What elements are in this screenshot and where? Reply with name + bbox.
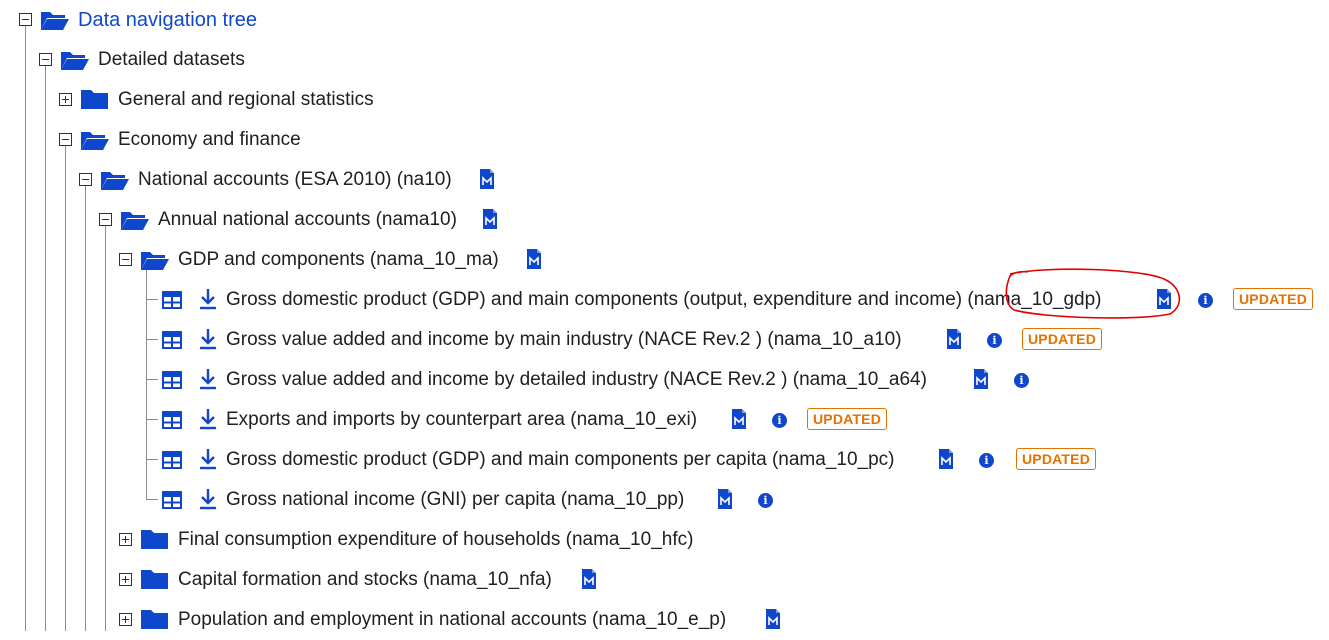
expand-toggle[interactable] bbox=[119, 573, 132, 586]
tree-node-root: Data navigation tree bbox=[0, 0, 1329, 40]
metadata-icon[interactable] bbox=[1157, 289, 1171, 309]
dataset-label[interactable]: Exports and imports by counterpart area … bbox=[226, 409, 697, 431]
metadata-icon[interactable] bbox=[732, 409, 746, 429]
download-icon[interactable] bbox=[198, 328, 218, 350]
table-icon[interactable] bbox=[162, 331, 182, 349]
tree-node-general-statistics: General and regional statistics bbox=[0, 80, 1329, 120]
collapse-toggle[interactable] bbox=[19, 13, 32, 26]
table-icon[interactable] bbox=[162, 451, 182, 469]
dataset-label[interactable]: Gross domestic product (GDP) and main co… bbox=[226, 289, 1102, 311]
tree-label-root[interactable]: Data navigation tree bbox=[78, 9, 257, 31]
tree-label-nama-10-e-p[interactable]: Population and employment in national ac… bbox=[178, 609, 726, 631]
dataset-row-nama-10-pc: Gross domestic product (GDP) and main co… bbox=[0, 440, 1329, 480]
metadata-icon[interactable] bbox=[974, 369, 988, 389]
tree-node-nama10: Annual national accounts (nama10) bbox=[0, 200, 1329, 240]
tree-label-nama10[interactable]: Annual national accounts (nama10) bbox=[158, 209, 457, 231]
tree-label-na10[interactable]: National accounts (ESA 2010) (na10) bbox=[138, 169, 452, 191]
tree-label-nama-10-hfc[interactable]: Final consumption expenditure of househo… bbox=[178, 529, 693, 551]
expand-toggle[interactable] bbox=[119, 613, 132, 626]
folder-open-icon[interactable] bbox=[140, 249, 170, 271]
table-icon[interactable] bbox=[162, 291, 182, 309]
download-icon[interactable] bbox=[198, 488, 218, 510]
tree-node-economy-finance: Economy and finance bbox=[0, 120, 1329, 160]
folder-open-icon[interactable] bbox=[40, 9, 70, 31]
info-icon[interactable]: i bbox=[1014, 373, 1029, 388]
dataset-row-nama-10-exi: Exports and imports by counterpart area … bbox=[0, 400, 1329, 440]
collapse-toggle[interactable] bbox=[119, 253, 132, 266]
folder-open-icon[interactable] bbox=[100, 169, 130, 191]
metadata-icon[interactable] bbox=[947, 329, 961, 349]
tree-label-general-statistics[interactable]: General and regional statistics bbox=[118, 89, 374, 111]
info-icon[interactable]: i bbox=[987, 333, 1002, 348]
tree-label-detailed-datasets[interactable]: Detailed datasets bbox=[98, 49, 245, 71]
tree-label-economy-finance[interactable]: Economy and finance bbox=[118, 129, 301, 151]
collapse-toggle[interactable] bbox=[39, 53, 52, 66]
tree-node-detailed-datasets: Detailed datasets bbox=[0, 40, 1329, 80]
folder-icon[interactable] bbox=[80, 88, 110, 110]
tree-label-nama-10-nfa[interactable]: Capital formation and stocks (nama_10_nf… bbox=[178, 569, 552, 591]
metadata-icon[interactable] bbox=[483, 209, 497, 229]
tree-node-nama-10-e-p: Population and employment in national ac… bbox=[0, 600, 1329, 640]
table-icon[interactable] bbox=[162, 411, 182, 429]
dataset-row-nama-10-gdp: Gross domestic product (GDP) and main co… bbox=[0, 280, 1329, 320]
download-icon[interactable] bbox=[198, 408, 218, 430]
metadata-icon[interactable] bbox=[582, 569, 596, 589]
info-icon[interactable]: i bbox=[758, 493, 773, 508]
info-icon[interactable]: i bbox=[1198, 293, 1213, 308]
updated-badge: UPDATED bbox=[1233, 288, 1314, 310]
collapse-toggle[interactable] bbox=[59, 133, 72, 146]
metadata-icon[interactable] bbox=[527, 249, 541, 269]
tree-label-gdp-components[interactable]: GDP and components (nama_10_ma) bbox=[178, 249, 499, 271]
folder-open-icon[interactable] bbox=[120, 209, 150, 231]
folder-icon[interactable] bbox=[140, 568, 170, 590]
info-icon[interactable]: i bbox=[979, 453, 994, 468]
dataset-row-nama-10-a10: Gross value added and income by main ind… bbox=[0, 320, 1329, 360]
expand-toggle[interactable] bbox=[59, 93, 72, 106]
updated-badge: UPDATED bbox=[807, 408, 888, 430]
metadata-icon[interactable] bbox=[718, 489, 732, 509]
info-icon[interactable]: i bbox=[772, 413, 787, 428]
tree-node-nama-10-nfa: Capital formation and stocks (nama_10_nf… bbox=[0, 560, 1329, 600]
metadata-icon[interactable] bbox=[939, 449, 953, 469]
expand-toggle[interactable] bbox=[119, 533, 132, 546]
table-icon[interactable] bbox=[162, 371, 182, 389]
updated-badge: UPDATED bbox=[1022, 328, 1103, 350]
tree-node-na10: National accounts (ESA 2010) (na10) bbox=[0, 160, 1329, 200]
dataset-row-nama-10-pp: Gross national income (GNI) per capita (… bbox=[0, 480, 1329, 520]
folder-icon[interactable] bbox=[140, 608, 170, 630]
updated-badge: UPDATED bbox=[1016, 448, 1097, 470]
dataset-row-nama-10-a64: Gross value added and income by detailed… bbox=[0, 360, 1329, 400]
folder-open-icon[interactable] bbox=[60, 49, 90, 71]
tree-node-gdp-components: GDP and components (nama_10_ma) bbox=[0, 240, 1329, 280]
dataset-label[interactable]: Gross value added and income by detailed… bbox=[226, 369, 927, 391]
folder-open-icon[interactable] bbox=[80, 129, 110, 151]
collapse-toggle[interactable] bbox=[99, 213, 112, 226]
collapse-toggle[interactable] bbox=[79, 173, 92, 186]
table-icon[interactable] bbox=[162, 491, 182, 509]
dataset-label[interactable]: Gross value added and income by main ind… bbox=[226, 329, 902, 351]
dataset-label[interactable]: Gross domestic product (GDP) and main co… bbox=[226, 449, 894, 471]
tree-node-nama-10-hfc: Final consumption expenditure of househo… bbox=[0, 520, 1329, 560]
dataset-label[interactable]: Gross national income (GNI) per capita (… bbox=[226, 489, 684, 511]
folder-icon[interactable] bbox=[140, 528, 170, 550]
download-icon[interactable] bbox=[198, 448, 218, 470]
metadata-icon[interactable] bbox=[480, 169, 494, 189]
download-icon[interactable] bbox=[198, 288, 218, 310]
download-icon[interactable] bbox=[198, 368, 218, 390]
metadata-icon[interactable] bbox=[766, 609, 780, 629]
